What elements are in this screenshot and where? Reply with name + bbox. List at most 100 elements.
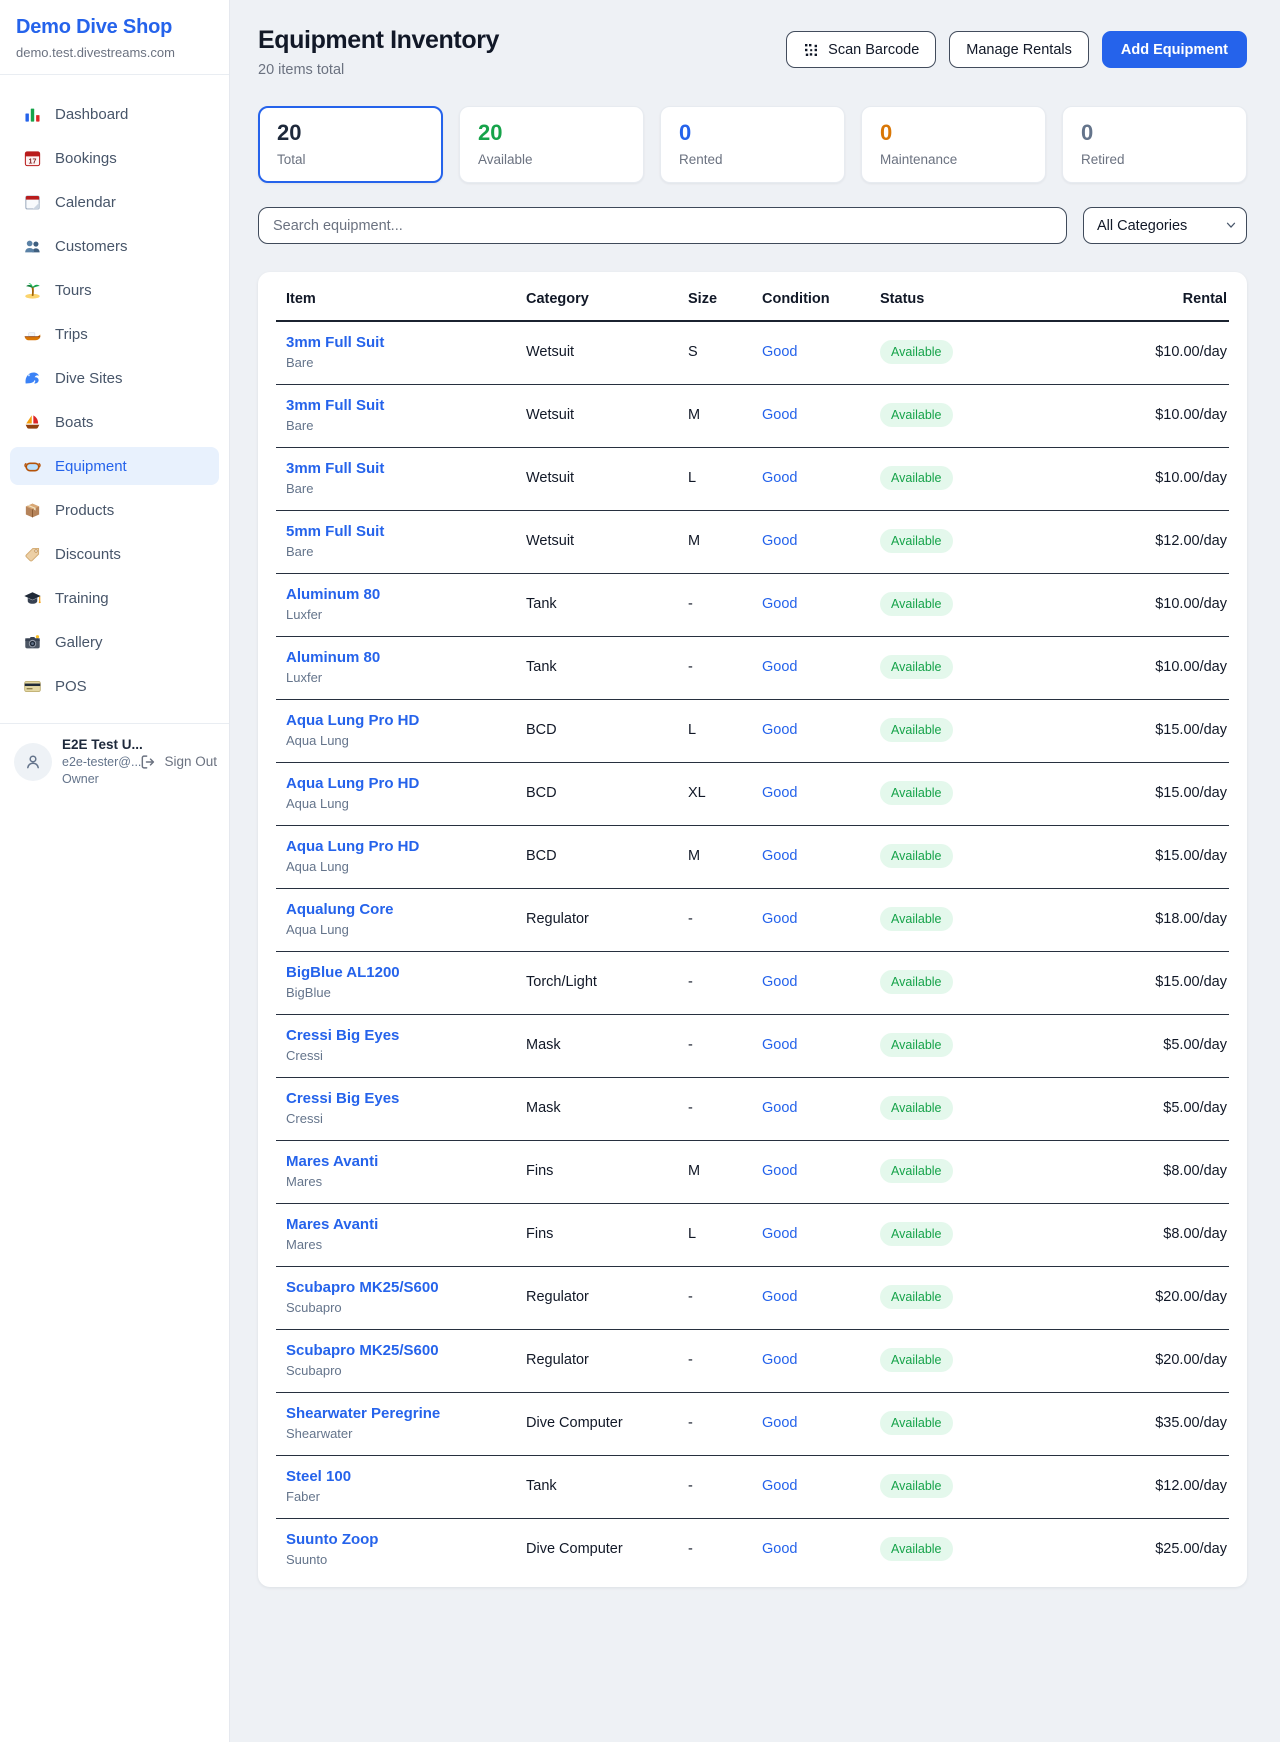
item-category: Torch/Light (526, 974, 688, 990)
user-meta: E2E Test U... e2e-tester@... Owner (62, 737, 128, 786)
item-category: Fins (526, 1226, 688, 1242)
stat-card-available[interactable]: 20Available (459, 106, 644, 183)
item-name-link[interactable]: Aqua Lung Pro HD (286, 775, 526, 792)
item-rental: $35.00/day (1056, 1415, 1229, 1431)
item-name-link[interactable]: Aluminum 80 (286, 649, 526, 666)
table-row: 3mm Full SuitBareWetsuitSGoodAvailable$1… (276, 322, 1229, 385)
item-condition-link[interactable]: Good (762, 1541, 880, 1557)
item-name-link[interactable]: Aqua Lung Pro HD (286, 712, 526, 729)
add-equipment-button[interactable]: Add Equipment (1102, 31, 1247, 68)
item-name-link[interactable]: Suunto Zoop (286, 1531, 526, 1548)
item-condition-link[interactable]: Good (762, 1478, 880, 1494)
category-select[interactable]: All Categories (1083, 207, 1247, 244)
item-rental: $10.00/day (1056, 659, 1229, 675)
table-row: Aluminum 80LuxferTank-GoodAvailable$10.0… (276, 637, 1229, 700)
item-brand: Bare (286, 355, 526, 370)
column-header-status: Status (880, 291, 1056, 307)
item-condition-link[interactable]: Good (762, 722, 880, 738)
status-cell: Available (880, 1222, 1056, 1246)
brand-name[interactable]: Demo Dive Shop (16, 16, 213, 39)
item-name-link[interactable]: Aqua Lung Pro HD (286, 838, 526, 855)
item-condition-link[interactable]: Good (762, 659, 880, 675)
item-rental: $15.00/day (1056, 974, 1229, 990)
status-badge: Available (880, 340, 953, 364)
sidebar-item-equipment[interactable]: Equipment (10, 447, 219, 485)
item-name-link[interactable]: Steel 100 (286, 1468, 526, 1485)
item-condition-link[interactable]: Good (762, 974, 880, 990)
item-condition-link[interactable]: Good (762, 407, 880, 423)
manage-rentals-button[interactable]: Manage Rentals (949, 31, 1089, 68)
item-cell: Aluminum 80Luxfer (286, 586, 526, 622)
status-badge: Available (880, 1222, 953, 1246)
item-condition-link[interactable]: Good (762, 596, 880, 612)
stat-label: Available (478, 152, 625, 167)
svg-text:17: 17 (28, 157, 36, 165)
status-cell: Available (880, 907, 1056, 931)
item-rental: $8.00/day (1056, 1163, 1229, 1179)
item-name-link[interactable]: Mares Avanti (286, 1153, 526, 1170)
status-badge: Available (880, 466, 953, 490)
sidebar-item-dive-sites[interactable]: Dive Sites (10, 359, 219, 397)
item-condition-link[interactable]: Good (762, 1100, 880, 1116)
sidebar-item-bookings[interactable]: 17Bookings (10, 139, 219, 177)
item-condition-link[interactable]: Good (762, 1037, 880, 1053)
item-cell: Aqua Lung Pro HDAqua Lung (286, 712, 526, 748)
item-name-link[interactable]: 3mm Full Suit (286, 334, 526, 351)
item-condition-link[interactable]: Good (762, 1226, 880, 1242)
tear-calendar-icon (22, 192, 42, 212)
scan-barcode-button[interactable]: Scan Barcode (786, 31, 936, 68)
status-cell: Available (880, 466, 1056, 490)
column-header-condition: Condition (762, 291, 880, 307)
sidebar-item-label: Equipment (55, 458, 127, 475)
item-brand: Scubapro (286, 1363, 526, 1378)
item-rental: $25.00/day (1056, 1541, 1229, 1557)
item-name-link[interactable]: Mares Avanti (286, 1216, 526, 1233)
item-condition-link[interactable]: Good (762, 533, 880, 549)
item-condition-link[interactable]: Good (762, 785, 880, 801)
status-cell: Available (880, 1348, 1056, 1372)
sidebar-item-tours[interactable]: Tours (10, 271, 219, 309)
item-condition-link[interactable]: Good (762, 1163, 880, 1179)
sidebar-item-products[interactable]: Products (10, 491, 219, 529)
item-size: L (688, 470, 762, 486)
item-name-link[interactable]: Scubapro MK25/S600 (286, 1342, 526, 1359)
sidebar-item-dashboard[interactable]: Dashboard (10, 95, 219, 133)
stat-card-rented[interactable]: 0Rented (660, 106, 845, 183)
sidebar-item-trips[interactable]: Trips (10, 315, 219, 353)
item-condition-link[interactable]: Good (762, 1289, 880, 1305)
item-size: L (688, 1226, 762, 1242)
item-name-link[interactable]: Shearwater Peregrine (286, 1405, 526, 1422)
item-name-link[interactable]: BigBlue AL1200 (286, 964, 526, 981)
item-condition-link[interactable]: Good (762, 1352, 880, 1368)
item-name-link[interactable]: 5mm Full Suit (286, 523, 526, 540)
item-category: BCD (526, 722, 688, 738)
stat-card-retired[interactable]: 0Retired (1062, 106, 1247, 183)
item-name-link[interactable]: 3mm Full Suit (286, 460, 526, 477)
item-name-link[interactable]: Scubapro MK25/S600 (286, 1279, 526, 1296)
sidebar-item-boats[interactable]: Boats (10, 403, 219, 441)
sign-out-button[interactable]: Sign Out (138, 752, 217, 772)
item-name-link[interactable]: Cressi Big Eyes (286, 1027, 526, 1044)
sidebar-item-gallery[interactable]: Gallery (10, 623, 219, 661)
item-name-link[interactable]: 3mm Full Suit (286, 397, 526, 414)
item-condition-link[interactable]: Good (762, 470, 880, 486)
sidebar-item-discounts[interactable]: Discounts (10, 535, 219, 573)
item-name-link[interactable]: Aluminum 80 (286, 586, 526, 603)
sidebar-item-training[interactable]: Training (10, 579, 219, 617)
sidebar-item-pos[interactable]: POS (10, 667, 219, 705)
avatar (14, 743, 52, 781)
sidebar-item-calendar[interactable]: Calendar (10, 183, 219, 221)
item-condition-link[interactable]: Good (762, 848, 880, 864)
item-name-link[interactable]: Cressi Big Eyes (286, 1090, 526, 1107)
stat-card-total[interactable]: 20Total (258, 106, 443, 183)
item-category: Mask (526, 1100, 688, 1116)
item-condition-link[interactable]: Good (762, 344, 880, 360)
stat-card-maintenance[interactable]: 0Maintenance (861, 106, 1046, 183)
user-name: E2E Test U... (62, 737, 128, 752)
search-input[interactable] (258, 207, 1067, 244)
item-condition-link[interactable]: Good (762, 1415, 880, 1431)
sidebar-item-customers[interactable]: Customers (10, 227, 219, 265)
item-name-link[interactable]: Aqualung Core (286, 901, 526, 918)
status-cell: Available (880, 403, 1056, 427)
item-condition-link[interactable]: Good (762, 911, 880, 927)
